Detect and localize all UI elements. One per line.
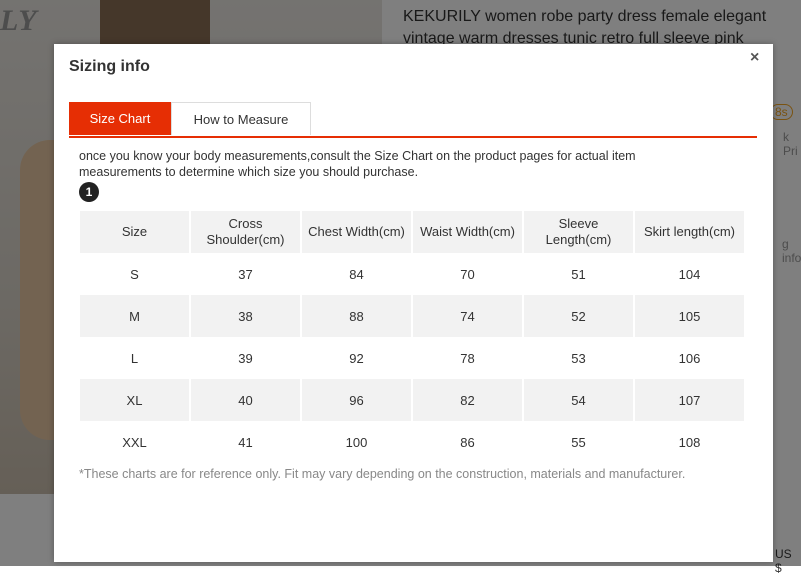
cell-waist-width: 74: [413, 295, 522, 337]
cell-sleeve-length: 52: [524, 295, 633, 337]
cell-sleeve-length: 55: [524, 421, 633, 463]
cell-waist-width: 70: [413, 253, 522, 295]
tab-size-chart[interactable]: Size Chart: [69, 102, 171, 135]
table-row: XL 40 96 82 54 107: [80, 379, 744, 421]
table-row: XXL 41 100 86 55 108: [80, 421, 744, 463]
header-cross-shoulder: Cross Shoulder(cm): [191, 211, 300, 253]
cell-chest-width: 100: [302, 421, 411, 463]
cell-chest-width: 92: [302, 337, 411, 379]
cell-chest-width: 96: [302, 379, 411, 421]
header-sleeve-length: Sleeve Length(cm): [524, 211, 633, 253]
cell-skirt-length: 104: [635, 253, 744, 295]
cell-sleeve-length: 51: [524, 253, 633, 295]
cell-waist-width: 78: [413, 337, 522, 379]
cell-sleeve-length: 54: [524, 379, 633, 421]
cell-skirt-length: 107: [635, 379, 744, 421]
cell-waist-width: 82: [413, 379, 522, 421]
table-row: M 38 88 74 52 105: [80, 295, 744, 337]
cell-skirt-length: 106: [635, 337, 744, 379]
table-header-row: Size Cross Shoulder(cm) Chest Width(cm) …: [80, 211, 744, 253]
close-icon[interactable]: ×: [750, 50, 764, 66]
cell-chest-width: 84: [302, 253, 411, 295]
cell-cross-shoulder: 39: [191, 337, 300, 379]
header-size: Size: [80, 211, 189, 253]
step-number-badge: 1: [79, 182, 99, 202]
cell-skirt-length: 105: [635, 295, 744, 337]
cell-size: M: [80, 295, 189, 337]
cell-cross-shoulder: 37: [191, 253, 300, 295]
cell-size: XL: [80, 379, 189, 421]
cell-cross-shoulder: 38: [191, 295, 300, 337]
cell-size: L: [80, 337, 189, 379]
cell-skirt-length: 108: [635, 421, 744, 463]
table-row: S 37 84 70 51 104: [80, 253, 744, 295]
cell-sleeve-length: 53: [524, 337, 633, 379]
size-chart-table: Size Cross Shoulder(cm) Chest Width(cm) …: [78, 211, 746, 463]
cell-size: XXL: [80, 421, 189, 463]
cell-cross-shoulder: 40: [191, 379, 300, 421]
header-chest-width: Chest Width(cm): [302, 211, 411, 253]
sizing-info-modal: Sizing info × Size Chart How to Measure …: [54, 44, 773, 562]
table-row: L 39 92 78 53 106: [80, 337, 744, 379]
modal-title: Sizing info: [69, 58, 150, 75]
cell-cross-shoulder: 41: [191, 421, 300, 463]
disclaimer-text: *These charts are for reference only. Fi…: [79, 467, 686, 481]
header-waist-width: Waist Width(cm): [413, 211, 522, 253]
cell-chest-width: 88: [302, 295, 411, 337]
cell-size: S: [80, 253, 189, 295]
tab-bar: Size Chart How to Measure: [69, 102, 757, 138]
cell-waist-width: 86: [413, 421, 522, 463]
intro-text: once you know your body measurements,con…: [79, 149, 636, 179]
tab-how-to-measure[interactable]: How to Measure: [171, 102, 311, 135]
header-skirt-length: Skirt length(cm): [635, 211, 744, 253]
